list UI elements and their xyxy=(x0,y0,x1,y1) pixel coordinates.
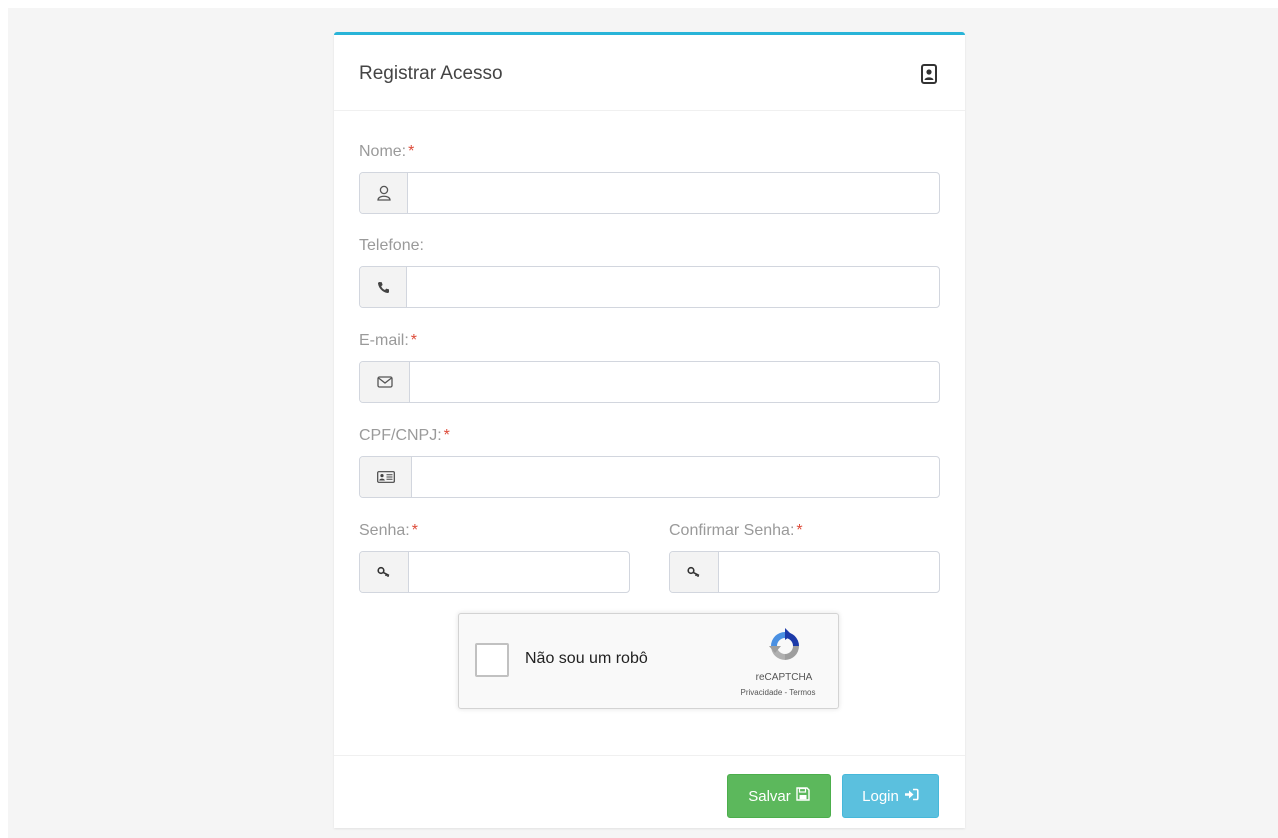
nome-input[interactable] xyxy=(408,173,939,213)
required-marker: * xyxy=(443,427,450,444)
recaptcha-widget: Não sou um robô reCAPTCHA Privacidade - … xyxy=(458,613,839,709)
recaptcha-links[interactable]: Privacidade - Termos xyxy=(723,688,833,697)
senha-input[interactable] xyxy=(409,552,629,592)
form-title: Registrar Acesso xyxy=(359,63,503,84)
key-icon xyxy=(670,552,719,592)
telefone-label: Telefone: xyxy=(359,237,424,254)
required-marker: * xyxy=(408,143,415,160)
card-header: Registrar Acesso xyxy=(334,35,965,111)
telefone-input[interactable] xyxy=(407,267,939,307)
card-footer: Salvar Login xyxy=(334,755,965,831)
recaptcha-label: Não sou um robô xyxy=(525,650,648,667)
recaptcha-brand: reCAPTCHA xyxy=(755,672,813,683)
cpf-cnpj-input[interactable] xyxy=(412,457,939,497)
confirmar-senha-input[interactable] xyxy=(719,552,939,592)
envelope-icon xyxy=(360,362,410,402)
cpf-cnpj-label: CPF/CNPJ: * xyxy=(359,427,450,444)
nome-label: Nome: * xyxy=(359,143,415,160)
login-button[interactable]: Login xyxy=(842,774,939,818)
save-button[interactable]: Salvar xyxy=(727,774,831,818)
key-icon xyxy=(360,552,409,592)
save-button-label: Salvar xyxy=(748,787,791,805)
sign-in-icon xyxy=(904,788,919,805)
email-input-group xyxy=(359,361,940,403)
confirmar-senha-input-group xyxy=(669,551,940,593)
register-card: Registrar Acesso Nome: * Telefone: E-mai… xyxy=(334,32,965,828)
required-marker: * xyxy=(411,522,418,539)
login-button-label: Login xyxy=(862,787,899,805)
required-marker: * xyxy=(410,332,418,349)
phone-icon xyxy=(360,267,407,307)
cpf-cnpj-input-group xyxy=(359,456,940,498)
senha-label: Senha: * xyxy=(359,522,418,539)
email-label: E-mail: * xyxy=(359,332,418,349)
nome-input-group xyxy=(359,172,940,214)
telefone-input-group xyxy=(359,266,940,308)
recaptcha-logo-icon xyxy=(765,626,805,666)
contact-card-icon xyxy=(920,63,938,85)
senha-input-group xyxy=(359,551,630,593)
user-icon xyxy=(360,173,408,213)
recaptcha-checkbox[interactable] xyxy=(475,643,509,677)
floppy-disk-icon xyxy=(796,787,810,805)
confirmar-senha-label: Confirmar Senha: * xyxy=(669,522,803,539)
required-marker: * xyxy=(796,522,803,539)
id-card-icon xyxy=(360,457,412,497)
email-input[interactable] xyxy=(410,362,939,402)
